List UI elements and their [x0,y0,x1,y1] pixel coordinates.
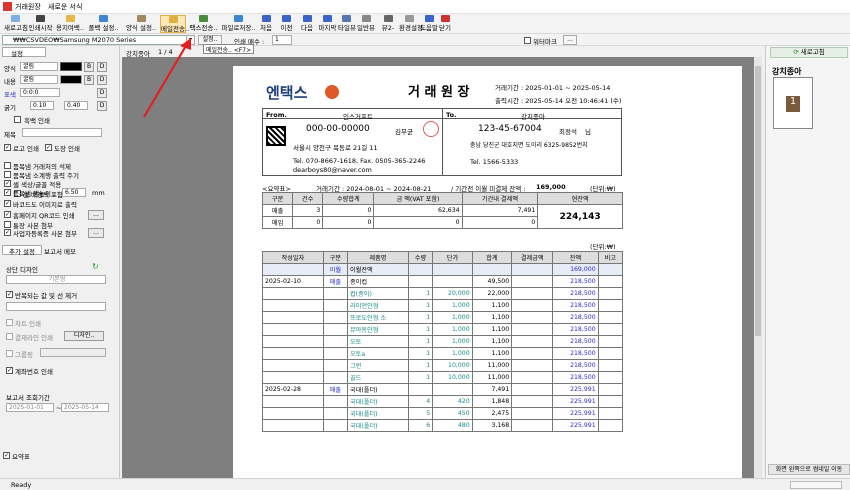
annotation-arrow [143,38,191,118]
tooltip: 메일전송.. <F7> [203,44,255,54]
